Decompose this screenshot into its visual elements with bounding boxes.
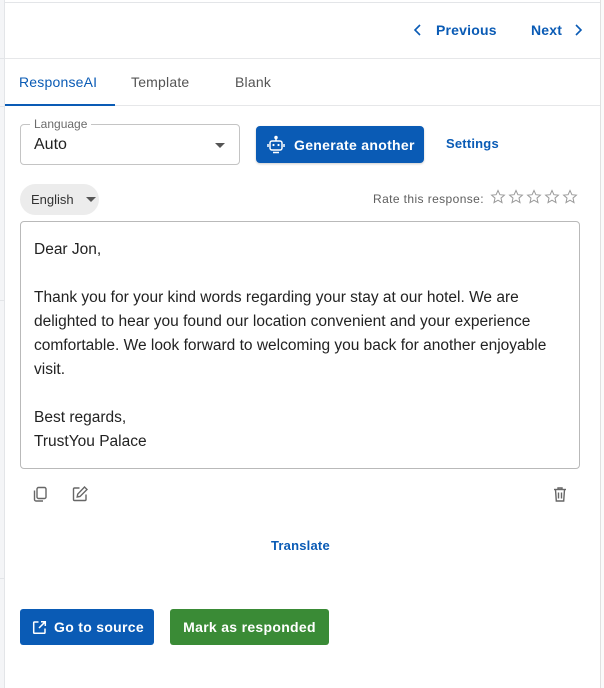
star-icon[interactable] [544, 189, 560, 205]
response-signature: TrustYou Palace [34, 433, 147, 450]
language-select[interactable]: Language Auto [20, 117, 240, 165]
previous-label: Previous [436, 22, 497, 38]
translate-link[interactable]: Translate [271, 538, 330, 553]
star-icon[interactable] [490, 189, 506, 205]
mark-as-responded-label: Mark as responded [183, 619, 316, 635]
copy-button[interactable] [29, 483, 51, 505]
rate-response-label: Rate this response: [373, 192, 484, 206]
language-select-label: Language [30, 117, 92, 131]
tab-template[interactable]: Template [131, 59, 189, 106]
mark-as-responded-button[interactable]: Mark as responded [170, 609, 329, 645]
edit-icon [72, 485, 88, 502]
response-text: Dear Jon, Thank you for your kind words … [34, 238, 566, 454]
star-icon[interactable] [562, 189, 578, 205]
response-greeting: Dear Jon, [34, 241, 102, 258]
copy-icon [33, 486, 47, 502]
response-textarea[interactable]: Dear Jon, Thank you for your kind words … [20, 221, 580, 469]
top-divider [0, 0, 604, 3]
go-to-source-label: Go to source [54, 619, 144, 635]
star-icon[interactable] [508, 189, 524, 205]
tab-bar: ResponseAI Template Blank [5, 59, 600, 106]
chevron-right-icon [575, 24, 583, 36]
dropdown-caret-icon [215, 143, 225, 148]
response-panel: Previous Next ResponseAI Template Blank … [0, 0, 604, 688]
previous-button[interactable]: Previous [410, 18, 497, 42]
trash-icon [554, 487, 566, 502]
next-label: Next [531, 22, 563, 38]
language-select-value: Auto [34, 136, 67, 153]
delete-button[interactable] [549, 483, 571, 505]
tab-blank[interactable]: Blank [235, 59, 271, 106]
response-closing: Best regards, [34, 409, 127, 426]
settings-link[interactable]: Settings [446, 136, 499, 151]
go-to-source-button[interactable]: Go to source [20, 609, 154, 645]
generate-another-label: Generate another [294, 136, 415, 153]
rating-stars [490, 189, 578, 205]
right-scrollbar[interactable] [600, 0, 604, 688]
response-body: Thank you for your kind words regarding … [34, 289, 547, 378]
output-language-chip[interactable]: English [20, 184, 99, 215]
chevron-left-icon [413, 24, 421, 36]
active-tab-indicator [5, 104, 115, 106]
output-language-value: English [31, 192, 74, 207]
dropdown-caret-icon [85, 197, 96, 202]
edit-button[interactable] [69, 483, 91, 505]
robot-icon [267, 135, 285, 153]
tab-responseai[interactable]: ResponseAI [19, 59, 97, 106]
star-icon[interactable] [526, 189, 542, 205]
next-button[interactable]: Next [531, 18, 586, 42]
generate-another-button[interactable]: Generate another [256, 126, 424, 163]
external-link-icon [32, 620, 47, 634]
